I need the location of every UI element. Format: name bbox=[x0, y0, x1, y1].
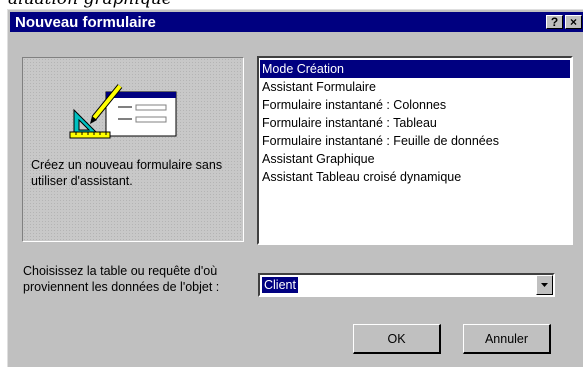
list-item[interactable]: Assistant Graphique bbox=[260, 150, 570, 168]
dialog-title: Nouveau formulaire bbox=[15, 14, 156, 31]
form-design-icon bbox=[69, 84, 177, 139]
list-item[interactable]: Assistant Formulaire bbox=[260, 78, 570, 96]
chevron-down-icon bbox=[541, 283, 548, 287]
close-button[interactable]: × bbox=[565, 15, 582, 29]
background-page-text: aluation graphique bbox=[8, 0, 172, 9]
preview-description: Créez un nouveau formulaire sans utilise… bbox=[31, 158, 223, 188]
form-type-list[interactable]: Mode Création Assistant Formulaire Formula… bbox=[257, 56, 573, 245]
ok-button[interactable]: OK bbox=[353, 324, 441, 354]
source-table-select[interactable]: Client bbox=[258, 273, 555, 297]
cancel-button[interactable]: Annuler bbox=[463, 324, 551, 354]
title-bar[interactable]: Nouveau formulaire ? × bbox=[10, 12, 583, 32]
source-table-value[interactable]: Client bbox=[262, 277, 298, 293]
list-item[interactable]: Assistant Tableau croisé dynamique bbox=[260, 168, 570, 186]
help-button[interactable]: ? bbox=[546, 15, 563, 29]
list-item[interactable]: Formulaire instantané : Colonnes bbox=[260, 96, 570, 114]
list-item[interactable]: Formulaire instantané : Feuille de donné… bbox=[260, 132, 570, 150]
source-label: Choisissez la table ou requête d'où prov… bbox=[23, 264, 220, 294]
dropdown-button[interactable] bbox=[536, 275, 553, 295]
preview-panel: Créez un nouveau formulaire sans utilise… bbox=[22, 57, 244, 242]
list-item[interactable]: Formulaire instantané : Tableau bbox=[260, 114, 570, 132]
list-item[interactable]: Mode Création bbox=[260, 60, 570, 78]
new-form-dialog: Nouveau formulaire ? × Créez un nouveau … bbox=[7, 9, 583, 367]
